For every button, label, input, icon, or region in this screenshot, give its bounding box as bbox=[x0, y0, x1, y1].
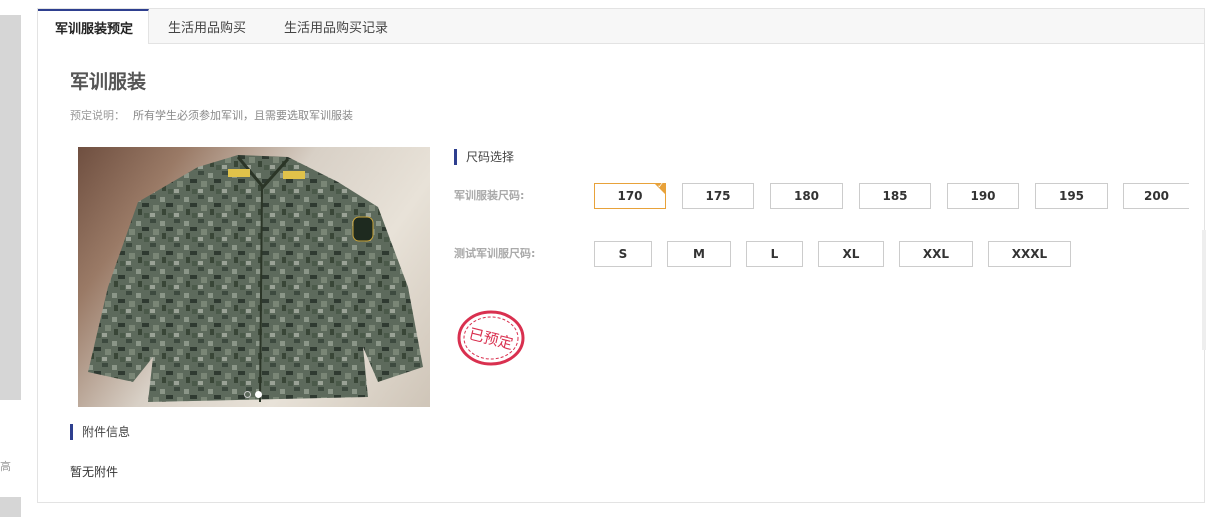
test-size-label: 测试军训服尺码: bbox=[454, 247, 536, 260]
size-option-185[interactable]: 185 bbox=[859, 183, 931, 209]
carousel-dot[interactable] bbox=[244, 391, 251, 398]
left-sidebar-strip-bottom bbox=[0, 497, 21, 517]
tab-daily-goods-purchase[interactable]: 生活用品购买 bbox=[149, 9, 265, 43]
carousel-dot-active[interactable] bbox=[255, 391, 262, 398]
scrollbar[interactable] bbox=[1202, 230, 1206, 350]
reservation-panel: 军训服装预定 生活用品购买 生活用品购买记录 军训服装 预定说明： 所有学生必须参… bbox=[37, 8, 1205, 503]
size-option-200[interactable]: 200 bbox=[1123, 183, 1189, 209]
test-size-option-xl[interactable]: XL bbox=[818, 241, 884, 267]
test-size-option-xxl[interactable]: XXL bbox=[899, 241, 973, 267]
test-size-option-l[interactable]: L bbox=[746, 241, 803, 267]
camouflage-jacket-image bbox=[88, 155, 423, 403]
uniform-photo-carousel[interactable] bbox=[78, 147, 430, 407]
selected-check-icon: ✓ bbox=[657, 181, 664, 190]
tab-uniform-reservation[interactable]: 军训服装预定 bbox=[38, 9, 150, 44]
carousel-dots bbox=[244, 391, 262, 398]
size-option-180[interactable]: 180 bbox=[770, 183, 843, 209]
description-value: 所有学生必须参加军训，且需要选取军训服装 bbox=[133, 109, 353, 122]
left-sidebar-strip bbox=[0, 15, 21, 400]
left-sidebar-fragment: 高 bbox=[0, 460, 11, 473]
size-option-190[interactable]: 190 bbox=[947, 183, 1019, 209]
attachment-section-header: 附件信息 bbox=[70, 424, 130, 440]
stamp-text: 已预定 bbox=[467, 325, 515, 353]
reserved-stamp: 已预定 bbox=[457, 310, 525, 366]
size-option-175[interactable]: 175 bbox=[682, 183, 754, 209]
test-size-option-xxxl[interactable]: XXXL bbox=[988, 241, 1071, 267]
tab-daily-goods-records[interactable]: 生活用品购买记录 bbox=[265, 9, 407, 43]
size-option-195[interactable]: 195 bbox=[1035, 183, 1108, 209]
test-size-option-s[interactable]: S bbox=[594, 241, 652, 267]
size-section-header: 尺码选择 bbox=[454, 149, 514, 165]
size-option-label: 170 bbox=[617, 189, 643, 203]
no-attachment-text: 暂无附件 bbox=[70, 465, 119, 479]
size-option-170[interactable]: 170 ✓ bbox=[594, 181, 666, 209]
reservation-description: 预定说明： 所有学生必须参加军训，且需要选取军训服装 bbox=[70, 107, 353, 123]
uniform-size-label: 军训服装尺码: bbox=[454, 189, 525, 202]
page-title: 军训服装 bbox=[70, 71, 147, 93]
test-size-option-m[interactable]: M bbox=[667, 241, 731, 267]
tab-bar: 军训服装预定 生活用品购买 生活用品购买记录 bbox=[38, 9, 1204, 44]
description-label: 预定说明： bbox=[70, 109, 125, 122]
